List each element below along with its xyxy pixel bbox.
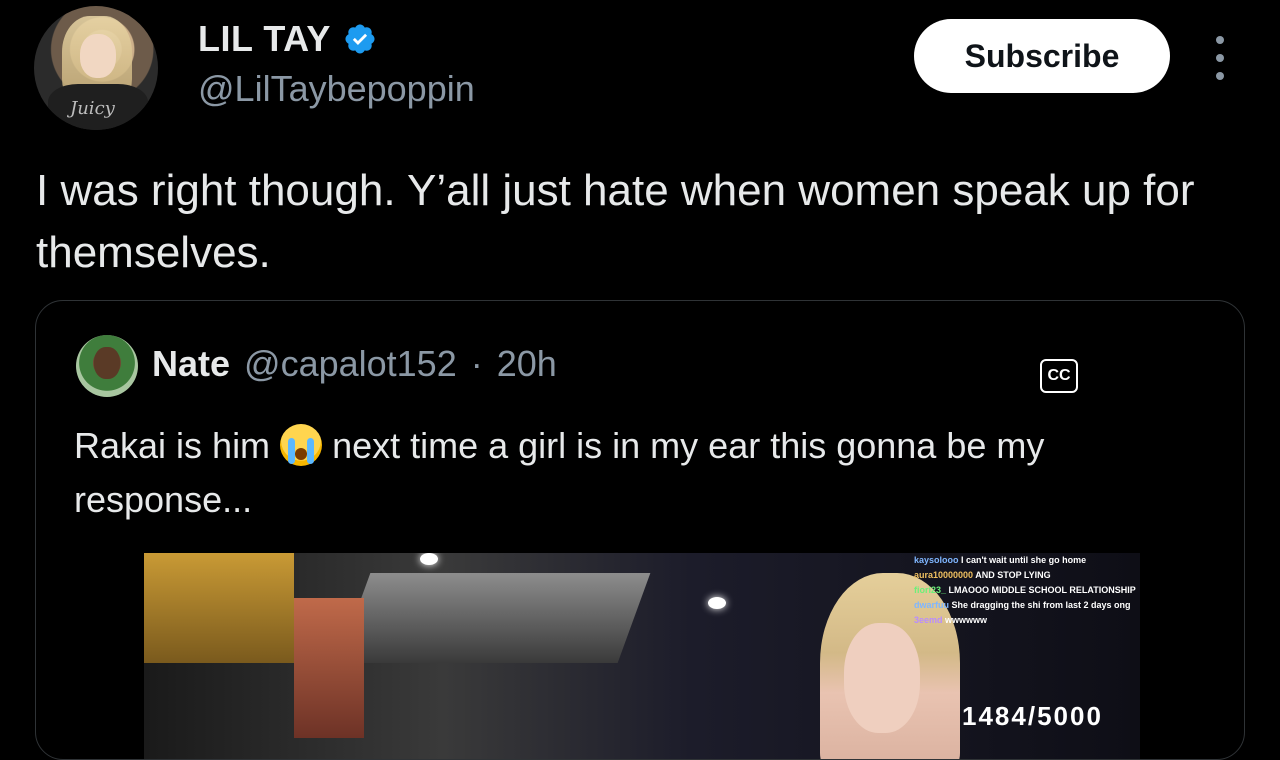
- author-handle[interactable]: @LilTaybepoppin: [198, 68, 475, 110]
- chat-text: AND STOP LYING: [975, 570, 1051, 580]
- quoted-tweet-card[interactable]: Nate @capalot152 · 20h Rakai is him next…: [35, 300, 1245, 760]
- avatar-face: [80, 34, 116, 78]
- tweet-text: I was right though. Y’all just hate when…: [36, 166, 1195, 277]
- quoted-video[interactable]: kaysolooo I can't wait until she go home…: [144, 553, 1140, 759]
- quoted-avatar-face: [94, 347, 120, 379]
- chat-text: LMAOOO MIDDLE SCHOOL RELATIONSHIP: [948, 585, 1136, 595]
- quoted-text-before-emoji: Rakai is him: [74, 425, 281, 466]
- chat-message: dwarfuu She dragging the shi from last 2…: [914, 598, 1140, 613]
- quoted-tweet-header: Nate @capalot152 · 20h: [152, 343, 557, 385]
- quoted-tweet-time[interactable]: 20h: [497, 343, 557, 385]
- chat-username: aura10000000: [914, 570, 974, 580]
- avatar-shirt-text: Juicy: [70, 98, 115, 119]
- video-ceiling-light: [420, 553, 438, 565]
- author-avatar[interactable]: Juicy: [34, 6, 158, 130]
- video-background-ceiling: [337, 573, 651, 663]
- chat-username: fiori23_: [914, 585, 947, 595]
- chat-text: She dragging the shi from last 2 days on…: [951, 600, 1131, 610]
- more-dot: [1216, 36, 1224, 44]
- subscribe-button[interactable]: Subscribe: [914, 19, 1170, 93]
- emoji-mouth: [295, 448, 308, 460]
- tweet-header: Juicy LIL TAY @LilTaybepoppin Subscribe: [0, 0, 1280, 140]
- separator-dot: ·: [470, 343, 483, 384]
- chat-message: fiori23_ LMAOOO MIDDLE SCHOOL RELATIONSH…: [914, 583, 1140, 598]
- chat-message: kaysolooo I can't wait until she go home: [914, 553, 1140, 568]
- video-background-wall: [144, 553, 294, 663]
- more-dot: [1216, 72, 1224, 80]
- video-background-pillar: [294, 598, 364, 738]
- chat-text: I can't wait until she go home: [961, 555, 1087, 565]
- video-streamer-face: [844, 623, 920, 733]
- chat-message: aura10000000 AND STOP LYING: [914, 568, 1140, 583]
- chat-message: 3eemd wwwwww: [914, 613, 1140, 628]
- quoted-tweet-text: Rakai is him next time a girl is in my e…: [74, 419, 1194, 527]
- more-dot: [1216, 54, 1224, 62]
- closed-captions-icon[interactable]: CC: [1040, 359, 1078, 393]
- chat-username: dwarfuu: [914, 600, 949, 610]
- chat-username: 3eemd: [914, 615, 943, 625]
- author-name-row: LIL TAY: [198, 18, 377, 60]
- loudly-crying-face-icon: [280, 424, 323, 466]
- video-counter: 1484/5000: [962, 701, 1103, 731]
- quoted-author-handle[interactable]: @capalot152: [244, 343, 457, 385]
- verified-badge-icon[interactable]: [343, 22, 377, 56]
- chat-text: wwwwww: [945, 615, 988, 625]
- video-ceiling-light: [708, 597, 726, 609]
- quoted-author-avatar[interactable]: [76, 335, 138, 397]
- author-display-name[interactable]: LIL TAY: [198, 18, 331, 60]
- chat-username: kaysolooo: [914, 555, 959, 565]
- quoted-author-name[interactable]: Nate: [152, 343, 230, 385]
- more-vertical-icon[interactable]: [1205, 36, 1235, 80]
